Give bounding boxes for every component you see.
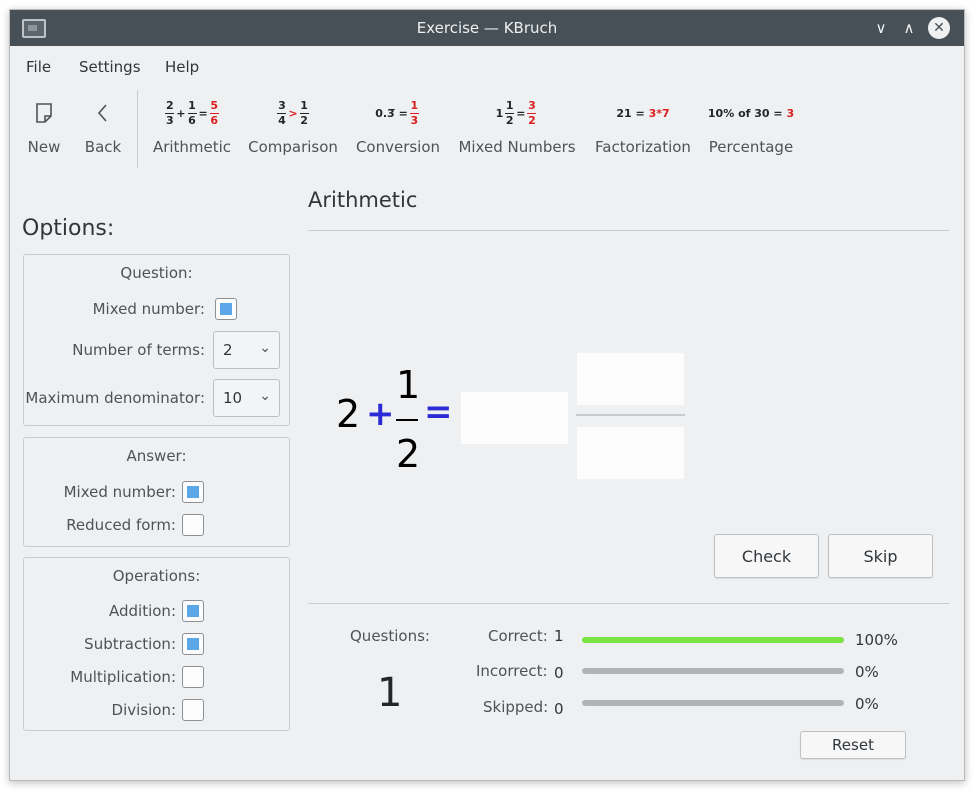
subtraction-checkbox[interactable] xyxy=(182,633,204,655)
question-mixed-checkbox[interactable] xyxy=(215,298,237,320)
correct-value: 1 xyxy=(554,627,564,645)
main-window: Exercise — KBruch ∨ ∧ ✕ File Settings He… xyxy=(9,9,965,781)
division-label: Division: xyxy=(111,701,176,719)
question-fraction-bar xyxy=(396,419,418,421)
tab-comparison[interactable]: 34 > 12 Comparison xyxy=(248,80,338,172)
chevron-down-icon: ⌄ xyxy=(259,388,271,404)
new-button[interactable]: New xyxy=(20,80,68,172)
skipped-percent: 0% xyxy=(855,695,879,713)
tab-comparison-label: Comparison xyxy=(248,138,338,156)
back-arrow-icon xyxy=(78,94,128,132)
correct-progress xyxy=(582,637,844,643)
operations-group: Operations: Addition: Subtraction: Multi… xyxy=(23,557,290,731)
question-denominator: 2 xyxy=(396,432,421,476)
incorrect-value: 0 xyxy=(554,664,564,682)
reduced-form-checkbox[interactable] xyxy=(182,514,204,536)
reduced-form-label: Reduced form: xyxy=(66,516,176,534)
tab-mixed-numbers-label: Mixed Numbers xyxy=(458,138,576,156)
maximize-icon[interactable]: ∧ xyxy=(898,17,920,39)
new-document-icon xyxy=(20,94,68,132)
answer-group-title: Answer: xyxy=(126,447,187,465)
back-button[interactable]: Back xyxy=(78,80,128,172)
correct-progress-fill xyxy=(582,637,844,643)
question-mixed-label: Mixed number: xyxy=(92,300,205,318)
question-equals: = xyxy=(424,392,453,432)
menu-bar: File Settings Help xyxy=(10,46,964,76)
max-denominator-value: 10 xyxy=(223,389,243,407)
percentage-icon: 10% of 30 = 3 xyxy=(707,106,795,120)
tab-arithmetic[interactable]: 23 + 16 = 56 Arithmetic xyxy=(148,80,236,172)
denominator-answer-input[interactable] xyxy=(576,426,685,480)
tab-arithmetic-label: Arithmetic xyxy=(152,138,232,156)
operations-group-title: Operations: xyxy=(112,567,201,585)
minimize-icon[interactable]: ∨ xyxy=(870,17,892,39)
divider xyxy=(308,603,949,604)
menu-file[interactable]: File xyxy=(26,58,51,76)
addition-label: Addition: xyxy=(109,602,176,620)
tab-conversion[interactable]: 0.3̅ = 13 Conversion xyxy=(353,80,443,172)
questions-label: Questions: xyxy=(350,627,430,645)
question-numerator: 1 xyxy=(396,363,421,407)
reset-button[interactable]: Reset xyxy=(800,731,906,759)
terms-value: 2 xyxy=(223,341,233,359)
skip-button[interactable]: Skip xyxy=(828,534,933,578)
incorrect-progress xyxy=(582,668,844,674)
tab-conversion-label: Conversion xyxy=(355,138,441,156)
tab-percentage-label: Percentage xyxy=(708,138,794,156)
addition-checkbox[interactable] xyxy=(182,600,204,622)
toolbar: New Back 23 + 16 = 56 Arithmetic 34 > 1 … xyxy=(10,80,964,172)
back-label: Back xyxy=(84,138,122,156)
question-group: Question: Mixed number: Number of terms:… xyxy=(23,254,290,426)
correct-percent: 100% xyxy=(855,631,898,649)
question-operator: + xyxy=(366,394,395,434)
conversion-icon: 0.3̅ = 13 xyxy=(375,98,419,127)
numerator-answer-input[interactable] xyxy=(576,352,685,406)
max-denominator-label: Maximum denominator: xyxy=(25,389,205,407)
chevron-down-icon: ⌄ xyxy=(259,340,271,356)
answer-mixed-checkbox[interactable] xyxy=(182,481,204,503)
tab-percentage[interactable]: 10% of 30 = 3 Percentage xyxy=(703,80,799,172)
window-title: Exercise — KBruch xyxy=(416,19,558,37)
terms-select[interactable]: 2 ⌄ xyxy=(213,331,280,369)
menu-settings[interactable]: Settings xyxy=(79,58,141,76)
tab-factorization[interactable]: 21 = 3*7 Factorization xyxy=(593,80,693,172)
answer-group: Answer: Mixed number: Reduced form: xyxy=(23,437,290,547)
incorrect-percent: 0% xyxy=(855,663,879,681)
correct-label: Correct: xyxy=(488,627,548,645)
integer-answer-input[interactable] xyxy=(460,391,569,445)
max-denominator-select[interactable]: 10 ⌄ xyxy=(213,379,280,417)
divider xyxy=(308,230,949,231)
division-checkbox[interactable] xyxy=(182,699,204,721)
skipped-label: Skipped: xyxy=(483,698,549,716)
menu-help[interactable]: Help xyxy=(165,58,199,76)
questions-count: 1 xyxy=(377,670,403,716)
skipped-value: 0 xyxy=(554,700,564,718)
factorization-icon: 21 = 3*7 xyxy=(616,106,670,120)
answer-mixed-label: Mixed number: xyxy=(63,483,176,501)
multiplication-checkbox[interactable] xyxy=(182,666,204,688)
title-bar[interactable]: Exercise — KBruch ∨ ∧ ✕ xyxy=(10,10,964,46)
incorrect-label: Incorrect: xyxy=(476,662,548,680)
terms-label: Number of terms: xyxy=(72,341,205,359)
answer-fraction-line xyxy=(576,414,685,416)
mixed-numbers-icon: 1 12 = 32 xyxy=(495,98,537,127)
comparison-icon: 34 > 12 xyxy=(277,98,309,127)
question-whole: 2 xyxy=(336,392,361,436)
tab-factorization-label: Factorization xyxy=(595,138,691,156)
new-label: New xyxy=(27,138,61,156)
close-icon[interactable]: ✕ xyxy=(928,17,950,39)
multiplication-label: Multiplication: xyxy=(70,668,176,686)
check-button[interactable]: Check xyxy=(714,534,819,578)
arithmetic-icon: 23 + 16 = 56 xyxy=(165,98,219,127)
subtraction-label: Subtraction: xyxy=(84,635,176,653)
toolbar-separator xyxy=(137,90,138,168)
options-title: Options: xyxy=(22,216,115,241)
skipped-progress xyxy=(582,700,844,706)
exercise-title: Arithmetic xyxy=(308,188,418,212)
tab-mixed-numbers[interactable]: 1 12 = 32 Mixed Numbers xyxy=(457,80,577,172)
question-group-title: Question: xyxy=(120,264,193,282)
